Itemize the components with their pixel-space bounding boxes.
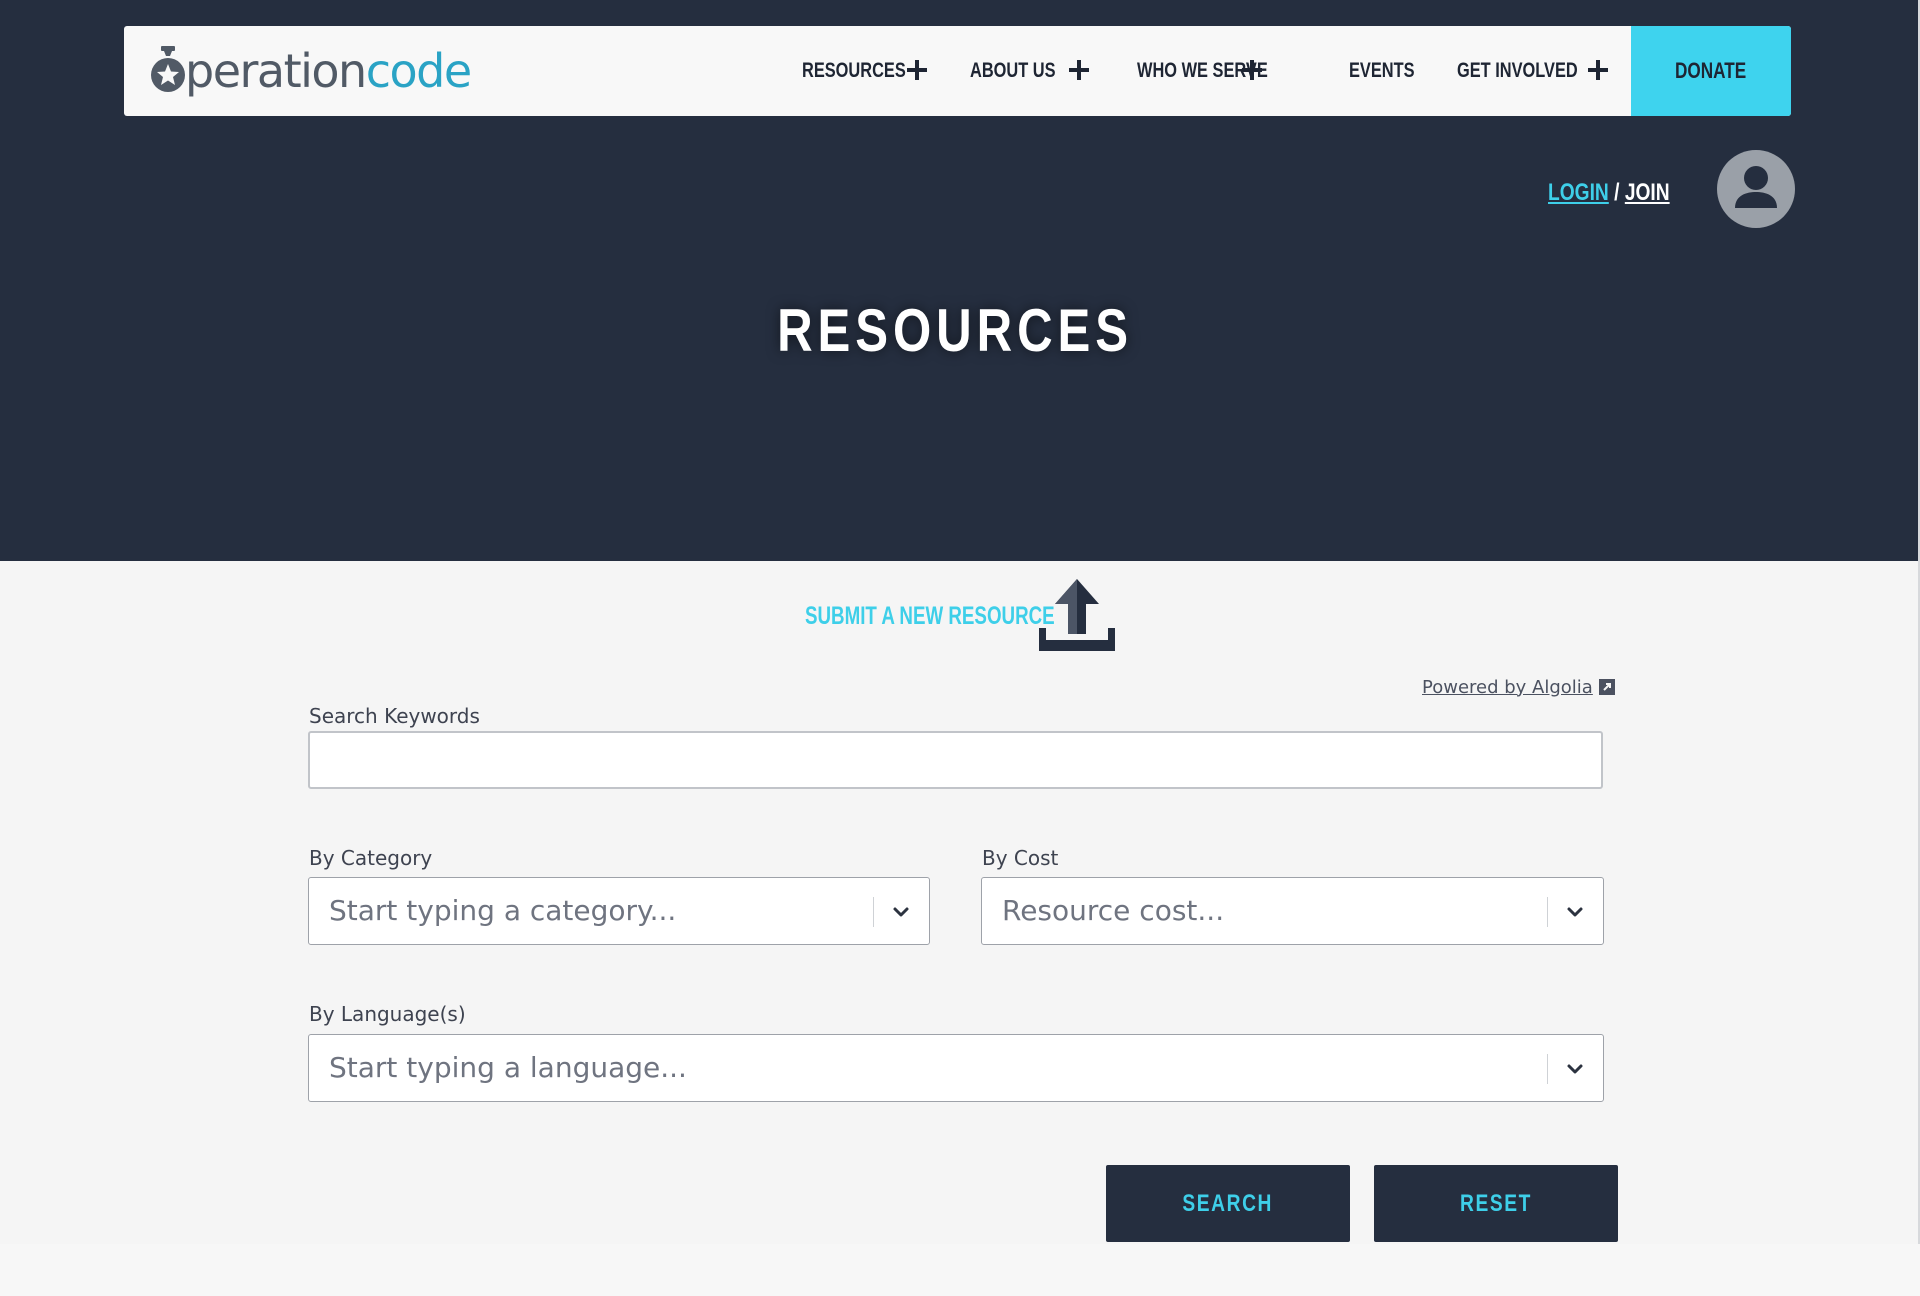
auth-separator: / xyxy=(1608,179,1625,206)
language-placeholder: Start typing a language... xyxy=(329,1051,687,1084)
nav-events[interactable]: EVENTS xyxy=(1349,26,1433,116)
select-divider xyxy=(1547,897,1548,927)
page-footer-strip xyxy=(0,1244,1920,1296)
select-divider xyxy=(1547,1054,1548,1084)
chevron-down-icon[interactable] xyxy=(1565,1059,1585,1079)
join-link[interactable]: JOIN xyxy=(1625,179,1670,206)
cost-select[interactable]: Resource cost... xyxy=(981,877,1604,945)
keywords-label: Search Keywords xyxy=(309,704,480,728)
external-link-icon xyxy=(1598,679,1615,695)
submit-resource-link[interactable]: SUBMIT A NEW RESOURCE xyxy=(805,578,1117,654)
keywords-input[interactable] xyxy=(308,731,1603,789)
plus-icon[interactable] xyxy=(1241,59,1263,81)
plus-icon[interactable] xyxy=(906,59,928,81)
operation-code-logo[interactable]: perationcode xyxy=(149,42,472,100)
nav-who-we-serve[interactable]: WHO WE SERVE xyxy=(1137,26,1305,116)
login-link[interactable]: LOGIN xyxy=(1548,179,1609,206)
plus-icon[interactable] xyxy=(1587,59,1609,81)
cost-placeholder: Resource cost... xyxy=(1002,894,1225,927)
category-placeholder: Start typing a category... xyxy=(329,894,677,927)
page-title: RESOURCES xyxy=(777,297,1133,364)
donate-button[interactable]: DONATE xyxy=(1631,26,1791,116)
user-icon xyxy=(1735,166,1777,208)
nav-about-us[interactable]: ABOUT US xyxy=(970,26,1080,116)
cost-label: By Cost xyxy=(982,846,1059,870)
reset-button[interactable]: RESET xyxy=(1374,1165,1618,1242)
chevron-down-icon[interactable] xyxy=(1565,902,1585,922)
search-button[interactable]: SEARCH xyxy=(1106,1165,1350,1242)
language-select[interactable]: Start typing a language... xyxy=(308,1034,1604,1102)
category-select[interactable]: Start typing a category... xyxy=(308,877,930,945)
powered-by-algolia-link[interactable]: Powered by Algolia xyxy=(1422,673,1615,701)
language-label: By Language(s) xyxy=(309,1002,466,1026)
logo-wordmark: perationcode xyxy=(185,44,472,98)
avatar[interactable] xyxy=(1717,150,1795,228)
select-divider xyxy=(873,897,874,927)
medal-star-icon xyxy=(151,46,185,92)
category-label: By Category xyxy=(309,846,433,870)
top-navbar: perationcode RESOURCES ABOUT US WHO WE S… xyxy=(124,26,1791,116)
login-join: LOGIN / JOIN xyxy=(1548,178,1700,208)
chevron-down-icon[interactable] xyxy=(891,902,911,922)
plus-icon[interactable] xyxy=(1068,59,1090,81)
